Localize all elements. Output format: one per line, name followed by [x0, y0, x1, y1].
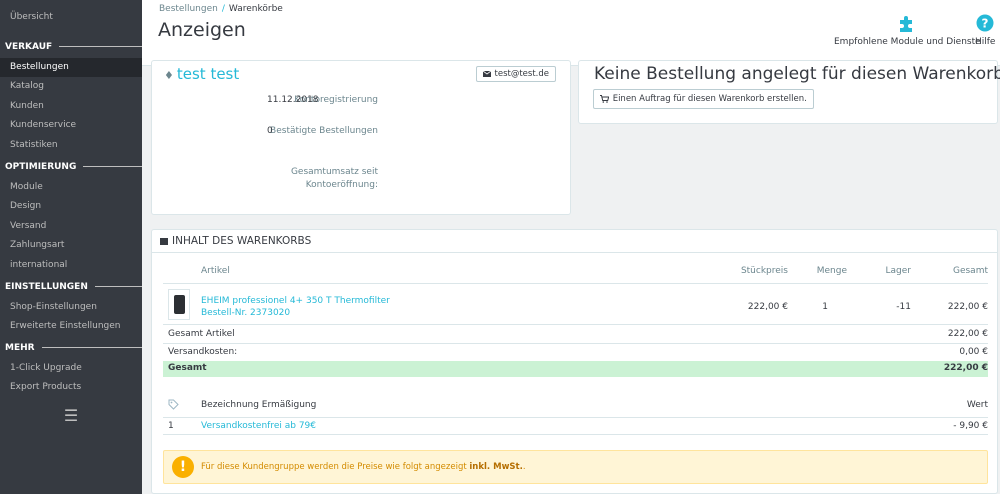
sidebar-item-advanced-settings[interactable]: Erweiterte Einstellungen — [0, 317, 142, 337]
cart-table-header: Artikel Stückpreis Menge Lager Gesamt — [163, 266, 988, 284]
svg-text:?: ? — [982, 17, 989, 31]
warning-icon: ! — [172, 456, 194, 478]
sidebar-item-payment[interactable]: Zahlungsart — [0, 236, 142, 256]
help-label: Hilfe — [975, 37, 996, 47]
help-button[interactable]: ? Hilfe — [975, 14, 995, 47]
product-unit-price: 222,00 € — [747, 302, 788, 312]
table-row: EHEIM professionel 4+ 350 T Thermofilter… — [163, 285, 988, 325]
breadcrumb-current: Warenkörbe — [228, 4, 283, 14]
envelope-icon — [482, 70, 492, 77]
product-total: 222,00 € — [947, 302, 988, 312]
product-reference: Bestell-Nr. 2373020 — [201, 308, 291, 318]
sidebar-item-modules[interactable]: Module — [0, 178, 142, 198]
tax-notice-alert: ! Für diese Kundengruppe werden die Prei… — [163, 450, 988, 484]
sidebar-section-more: MEHR — [0, 337, 142, 359]
cart-panel-heading: INHALT DES WARENKORBS — [152, 230, 997, 253]
sidebar-section-optimization: OPTIMIERUNG — [0, 156, 142, 178]
shipping-row: Versandkosten: 0,00 € — [163, 344, 988, 362]
sidebar-item-customer-service[interactable]: Kundenservice — [0, 116, 142, 136]
cart-box-icon — [160, 237, 168, 245]
table-row: 1 Versandkostenfrei ab 79€ - 9,90 € — [163, 418, 988, 435]
product-stock: -11 — [896, 302, 911, 312]
create-order-button[interactable]: Einen Auftrag für diesen Warenkorb erste… — [593, 89, 814, 109]
discount-name-link[interactable]: Versandkostenfrei ab 79€ — [201, 421, 316, 431]
page-header: Bestellungen / Warenkörbe Anzeigen Empfohl… — [142, 0, 1000, 66]
menu-collapse-icon[interactable]: ☰ — [0, 407, 142, 424]
recommended-modules-label: Empfohlene Module und Dienste — [834, 37, 981, 47]
puzzle-icon — [900, 16, 913, 32]
breadcrumb-orders-link[interactable]: Bestellungen — [159, 4, 218, 14]
subtotal-products-row: Gesamt Artikel 222,00 € — [163, 326, 988, 344]
cart-panel: INHALT DES WARENKORBS Artikel Stückpreis… — [151, 229, 998, 494]
cart-icon — [600, 94, 610, 103]
page-title: Anzeigen — [158, 19, 246, 41]
sidebar-section-settings: EINSTELLUNGEN — [0, 276, 142, 298]
customer-email-button[interactable]: test@test.de — [475, 66, 556, 82]
product-qty: 1 — [822, 302, 828, 312]
customer-name-link[interactable]: ♦ test test — [164, 65, 239, 83]
tag-icon — [168, 399, 179, 413]
product-name-link[interactable]: EHEIM professionel 4+ 350 T Thermofilter — [201, 296, 390, 306]
help-icon: ? — [976, 14, 994, 32]
no-order-heading: Keine Bestellung angelegt für diesen War… — [594, 64, 1000, 84]
sidebar-item-1click-upgrade[interactable]: 1-Click Upgrade — [0, 359, 142, 379]
customer-panel: ♦ test test test@test.de Kontoregistrieru… — [151, 60, 571, 215]
sidebar-item-design[interactable]: Design — [0, 197, 142, 217]
sidebar-item-shop-settings[interactable]: Shop-Einstellungen — [0, 298, 142, 318]
breadcrumb: Bestellungen / Warenkörbe — [159, 4, 283, 14]
sidebar-item-statistics[interactable]: Statistiken — [0, 136, 142, 156]
sidebar-item-overview[interactable]: Übersicht — [0, 8, 142, 28]
sidebar-item-catalog[interactable]: Katalog — [0, 77, 142, 97]
sidebar-item-international[interactable]: international — [0, 256, 142, 276]
breadcrumb-separator: / — [221, 4, 225, 14]
sidebar-item-export-products[interactable]: Export Products — [0, 378, 142, 398]
gender-icon: ♦ — [164, 69, 174, 82]
product-image — [168, 289, 190, 320]
sidebar-section-sales: VERKAUF — [0, 36, 142, 58]
discount-table-header: Bezeichnung Ermäßigung Wert — [163, 396, 988, 418]
sidebar-item-orders[interactable]: Bestellungen — [0, 57, 142, 78]
tax-notice-text: Für diese Kundengruppe werden die Preise… — [201, 462, 526, 472]
grand-total-row: Gesamt 222,00 € — [163, 361, 988, 377]
sidebar-item-shipping[interactable]: Versand — [0, 217, 142, 237]
sidebar: Übersicht VERKAUF Bestellungen Katalog K… — [0, 0, 142, 494]
sidebar-item-customers[interactable]: Kunden — [0, 97, 142, 117]
recommended-modules-button[interactable]: Empfohlene Module und Dienste — [834, 14, 981, 47]
order-panel: Keine Bestellung angelegt für diesen War… — [578, 60, 1000, 124]
